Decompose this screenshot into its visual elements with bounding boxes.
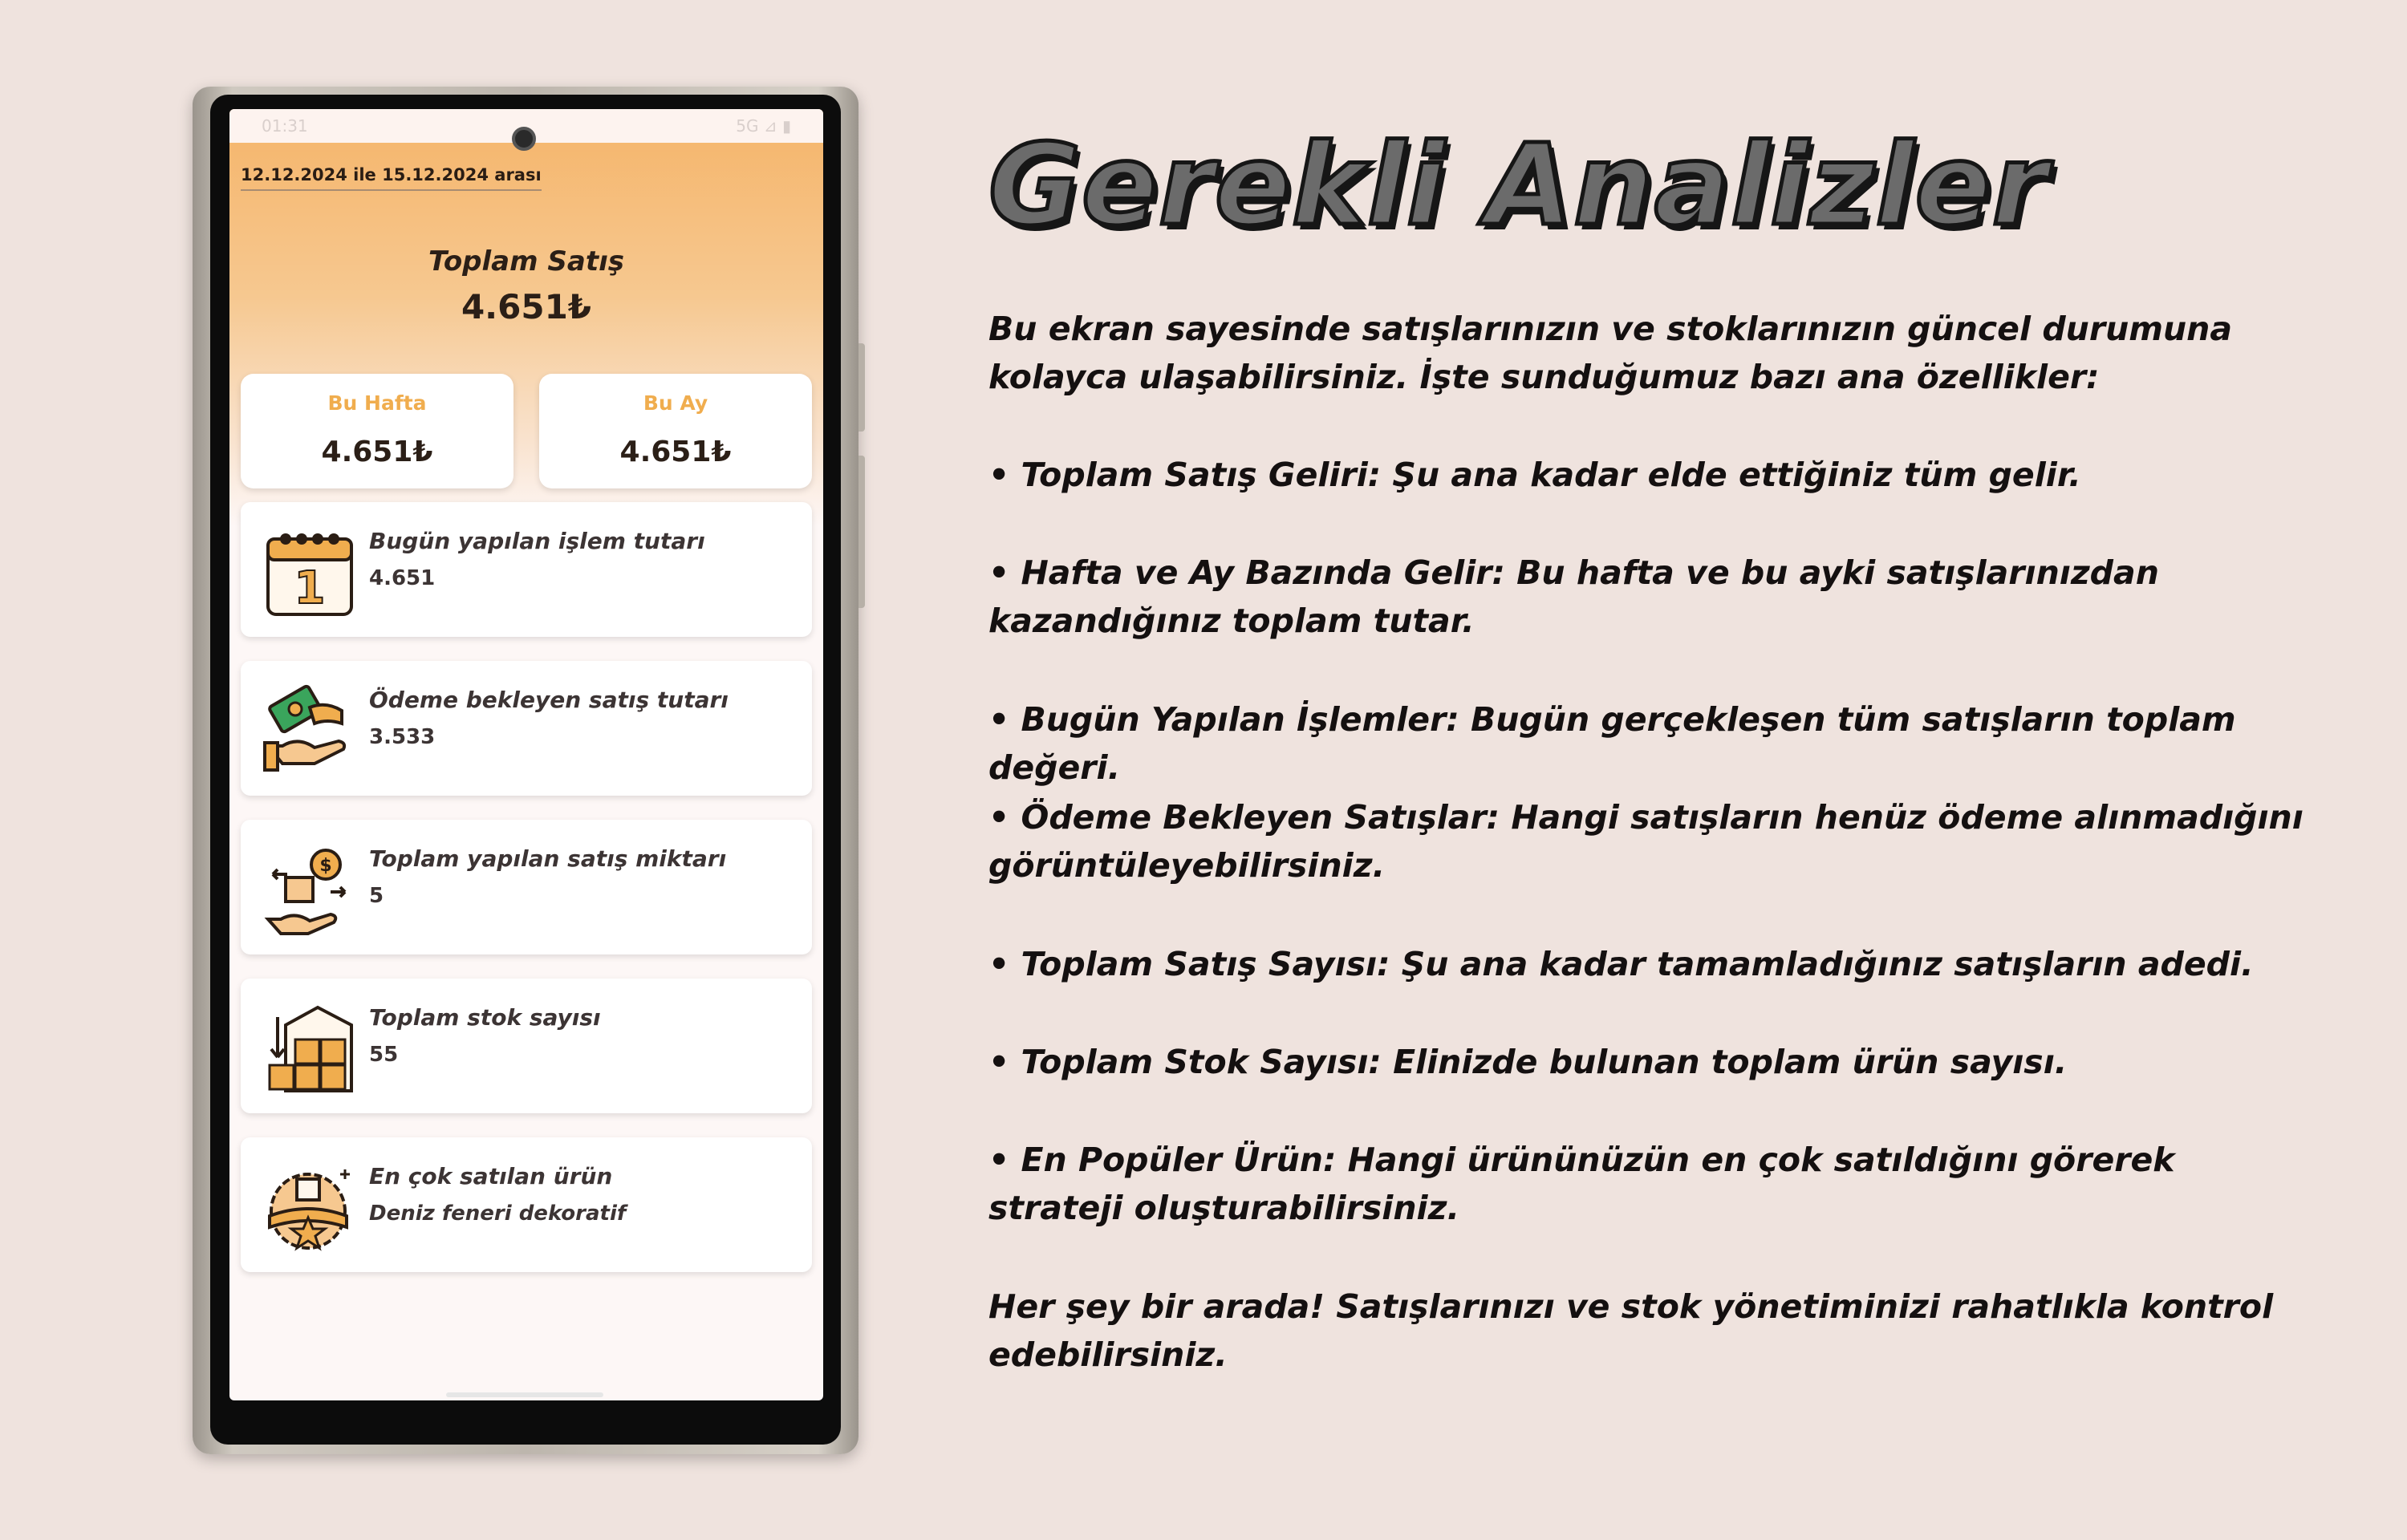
app-screen: 01:31 5G ⊿ ▮ 12.12.2024 ile 15.12.2024 a…	[229, 109, 823, 1400]
stat-label: Toplam stok sayısı	[369, 1004, 601, 1031]
warehouse-icon	[262, 1001, 358, 1097]
phone-mockup: 01:31 5G ⊿ ▮ 12.12.2024 ile 15.12.2024 a…	[193, 87, 865, 1454]
feature-bullet: • Toplam Satış Sayısı: Şu ana kadar tama…	[988, 945, 2254, 983]
feature-bullet: • Hafta ve Ay Bazında Gelir: Bu hafta ve…	[988, 553, 2159, 640]
status-time: 01:31	[262, 116, 308, 136]
stat-value: Deniz feneri dekoratif	[369, 1202, 627, 1226]
feature-bullet: • En Popüler Ürün: Hangi ürününüzün en ç…	[988, 1141, 2175, 1227]
svg-text:$: $	[319, 856, 331, 876]
stat-value: 55	[369, 1043, 399, 1067]
stat-label: Ödeme bekleyen satış tutarı	[369, 687, 729, 713]
volume-button	[858, 343, 865, 432]
month-card-label: Bu Ay	[643, 391, 708, 415]
stat-card-pending-payment[interactable]: Ödeme bekleyen satış tutarı 3.533	[241, 661, 812, 796]
stat-value: 3.533	[369, 725, 436, 749]
feature-bullet: • Ödeme Bekleyen Satışlar: Hangi satışla…	[988, 798, 2303, 885]
total-sales-title: Toplam Satış	[428, 245, 624, 278]
intro-text: Bu ekran sayesinde satışlarınızın ve sto…	[988, 310, 2233, 396]
date-range-selector[interactable]: 12.12.2024 ile 15.12.2024 arası	[241, 165, 542, 191]
home-indicator[interactable]	[446, 1392, 603, 1397]
feature-bullet: • Toplam Stok Sayısı: Elinizde bulunan t…	[988, 1043, 2068, 1081]
stat-card-today-amount[interactable]: 1 Bugün yapılan işlem tutarı 4.651	[241, 502, 812, 637]
stat-value: 4.651	[369, 566, 436, 590]
month-card-value: 4.651₺	[619, 436, 732, 468]
stat-label: Bugün yapılan işlem tutarı	[369, 528, 705, 554]
sale-exchange-icon: $	[262, 842, 358, 938]
stat-label: En çok satılan ürün	[369, 1163, 613, 1189]
badge-star-icon	[262, 1160, 358, 1256]
status-icons: 5G ⊿ ▮	[736, 116, 791, 136]
stat-value: 5	[369, 884, 384, 908]
calendar-icon: 1	[262, 525, 358, 621]
closing-text: Her şey bir arada! Satışlarınızı ve stok…	[988, 1287, 2274, 1374]
page-heading: Gerekli Analizler	[987, 119, 2050, 253]
stat-label: Toplam yapılan satış miktarı	[369, 845, 727, 872]
money-hand-icon	[262, 683, 358, 780]
feature-bullet: • Toplam Satış Geliri: Şu ana kadar elde…	[988, 456, 2081, 494]
camera-icon	[512, 127, 536, 151]
svg-text:1: 1	[294, 562, 326, 614]
week-card-value: 4.651₺	[321, 436, 433, 468]
week-card-label: Bu Hafta	[327, 391, 427, 415]
stat-card-best-seller[interactable]: En çok satılan ürün Deniz feneri dekorat…	[241, 1137, 812, 1272]
feature-bullet: • Bugün Yapılan İşlemler: Bugün gerçekle…	[988, 700, 2236, 787]
stat-card-total-stock[interactable]: Toplam stok sayısı 55	[241, 979, 812, 1113]
week-card[interactable]: Bu Hafta 4.651₺	[241, 374, 513, 488]
month-card[interactable]: Bu Ay 4.651₺	[539, 374, 812, 488]
total-sales-value: 4.651₺	[461, 287, 592, 326]
power-button	[858, 456, 865, 608]
stat-card-total-sales-count[interactable]: $ Toplam yapılan satış miktarı 5	[241, 820, 812, 954]
